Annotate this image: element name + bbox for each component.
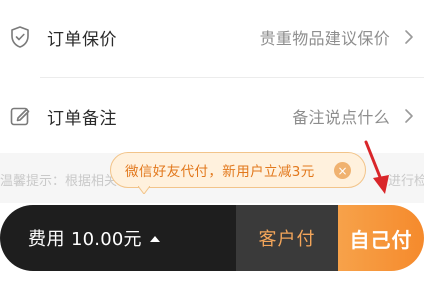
payment-bar: 费用 10.00元 客户付 自己付 <box>0 205 424 271</box>
notice-text: 温馨提示：根据相关 <box>0 174 118 189</box>
shield-icon <box>11 26 29 48</box>
fee-amount: 10.00元 <box>71 229 142 250</box>
insurance-row[interactable]: 订单保价 贵重物品建议保价 <box>0 0 424 74</box>
row-divider <box>40 77 424 78</box>
annotation-arrow-icon <box>364 140 389 194</box>
order-page: 订单保价 贵重物品建议保价 订单备注 备注说点什么 温馨提示：根据相关 进行检 … <box>0 0 424 282</box>
fee-label: 费用 <box>28 229 65 250</box>
self-pay-button[interactable]: 自己付 <box>338 205 424 271</box>
edit-icon <box>10 107 30 126</box>
tooltip-text: 微信好友代付，新用户立减3元 <box>125 164 315 180</box>
insurance-value: 贵重物品建议保价 <box>259 29 390 48</box>
wechat-pay-tooltip[interactable]: 微信好友代付，新用户立减3元 × <box>110 152 366 188</box>
chevron-right-icon <box>405 30 413 44</box>
tooltip-pointer <box>138 186 150 194</box>
remark-value: 备注说点什么 <box>292 108 390 127</box>
customer-pay-button[interactable]: 客户付 <box>236 205 338 271</box>
insurance-label: 订单保价 <box>47 29 117 50</box>
caret-up-icon <box>149 235 160 242</box>
fee-summary[interactable]: 费用 10.00元 <box>0 205 236 271</box>
close-icon[interactable]: × <box>334 162 351 179</box>
remark-label: 订单备注 <box>47 108 117 129</box>
chevron-right-icon <box>405 109 413 123</box>
